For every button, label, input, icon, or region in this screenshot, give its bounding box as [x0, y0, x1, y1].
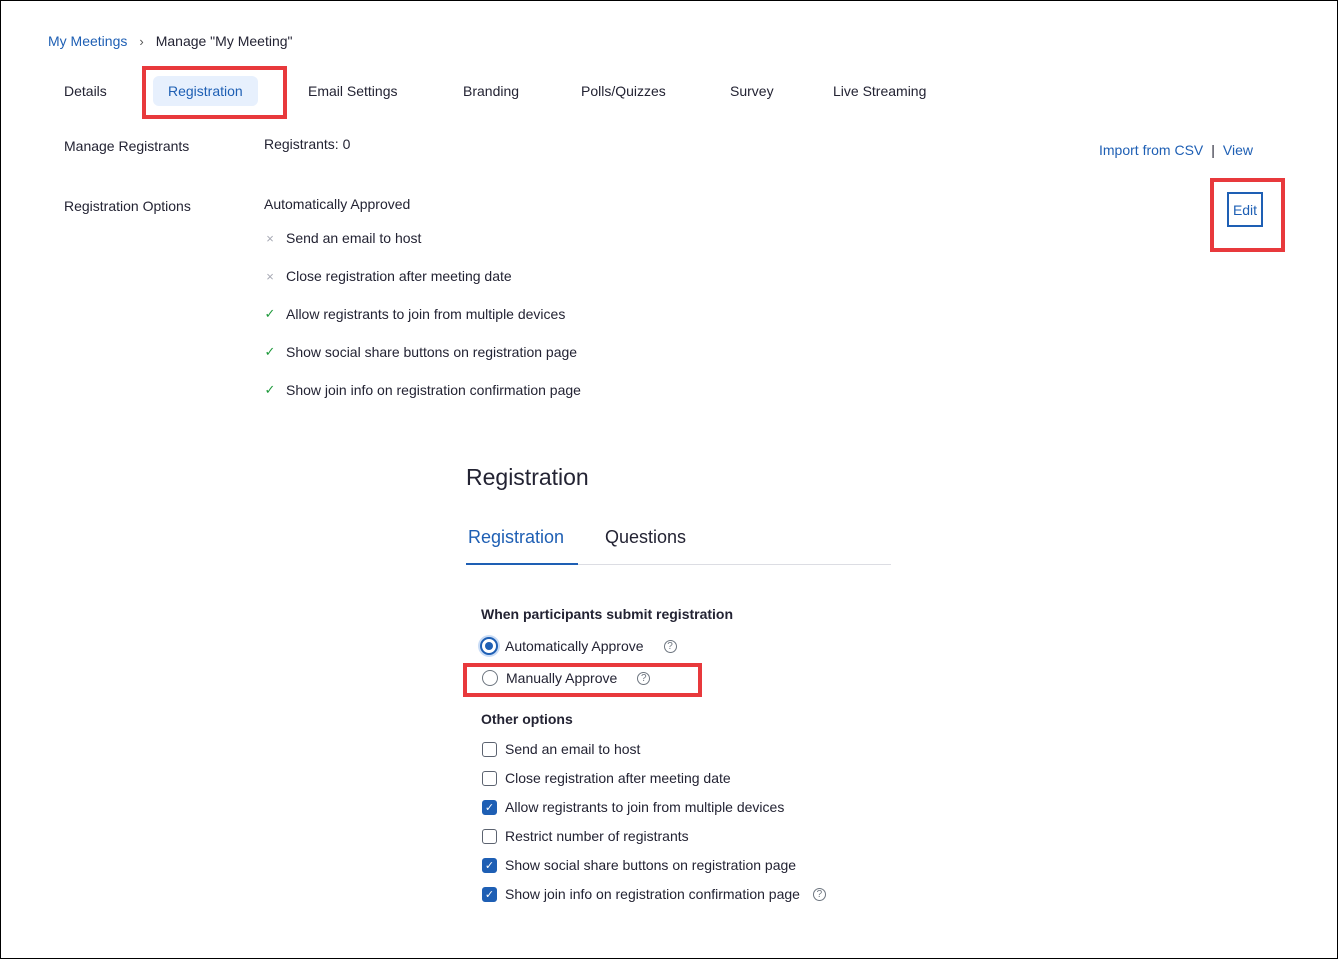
registrants-count: Registrants: 0	[264, 136, 351, 152]
checkbox-restrict-number[interactable]: Restrict number of registrants	[482, 828, 689, 844]
option-label: Allow registrants to join from multiple …	[286, 306, 566, 322]
checkbox-label: Show social share buttons on registratio…	[505, 857, 797, 873]
tab-email-settings[interactable]: Email Settings	[308, 83, 397, 99]
breadcrumb-my-meetings[interactable]: My Meetings	[48, 33, 127, 49]
x-icon: ×	[266, 268, 274, 284]
registrant-actions: Import from CSV | View	[1099, 142, 1253, 158]
radio-label: Manually Approve	[506, 670, 618, 686]
radio-label: Automatically Approve	[505, 638, 644, 654]
checkbox-send-email[interactable]: Send an email to host	[482, 741, 640, 757]
tab-survey[interactable]: Survey	[730, 83, 774, 99]
option-multiple-devices: ✓ Allow registrants to join from multipl…	[264, 306, 566, 322]
x-icon: ×	[266, 230, 274, 246]
tab-registration[interactable]: Registration	[153, 76, 258, 106]
checkbox-label: Send an email to host	[505, 741, 641, 757]
view-link[interactable]: View	[1223, 142, 1253, 158]
checkbox-social-share[interactable]: ✓ Show social share buttons on registrat…	[482, 857, 796, 873]
breadcrumb: My Meetings › Manage "My Meeting"	[48, 33, 292, 49]
tab-polls-quizzes[interactable]: Polls/Quizzes	[581, 83, 666, 99]
checkbox-unchecked[interactable]	[482, 770, 497, 786]
breadcrumb-current: Manage "My Meeting"	[155, 33, 293, 49]
import-csv-link[interactable]: Import from CSV	[1099, 142, 1203, 158]
option-label: Close registration after meeting date	[286, 268, 512, 284]
option-label: Show social share buttons on registratio…	[286, 344, 578, 360]
checkbox-checked[interactable]: ✓	[482, 799, 497, 815]
radio-auto-approve[interactable]: Automatically Approve ?	[480, 637, 677, 655]
check-icon: ✓	[264, 344, 276, 359]
option-social-share: ✓ Show social share buttons on registrat…	[264, 344, 578, 360]
page-frame: My Meetings › Manage "My Meeting" Detail…	[0, 0, 1338, 959]
edit-button[interactable]: Edit	[1227, 192, 1263, 227]
option-send-email: × Send an email to host	[264, 230, 421, 246]
checkbox-multiple-devices[interactable]: ✓ Allow registrants to join from multipl…	[482, 799, 784, 815]
check-icon: ✓	[264, 382, 276, 397]
checkbox-label: Close registration after meeting date	[505, 770, 731, 786]
tab-details[interactable]: Details	[64, 83, 107, 99]
help-icon[interactable]: ?	[663, 639, 677, 653]
link-divider: |	[1211, 142, 1215, 158]
radio-selected[interactable]	[480, 637, 498, 655]
option-close-registration: × Close registration after meeting date	[264, 268, 512, 284]
dialog-title: Registration	[466, 464, 589, 490]
option-label: Send an email to host	[286, 230, 422, 246]
help-icon[interactable]: ?	[637, 671, 651, 685]
help-icon[interactable]: ?	[812, 887, 826, 901]
checkbox-checked[interactable]: ✓	[482, 886, 497, 902]
checkbox-checked[interactable]: ✓	[482, 857, 497, 873]
dialog-tab-active-underline	[466, 563, 578, 565]
option-join-info: ✓ Show join info on registration confirm…	[264, 382, 581, 398]
tab-live-streaming[interactable]: Live Streaming	[833, 83, 926, 99]
dialog-tab-registration[interactable]: Registration	[468, 527, 564, 548]
dialog-tab-questions[interactable]: Questions	[605, 527, 686, 548]
checkbox-label: Allow registrants to join from multiple …	[505, 799, 785, 815]
approval-status: Automatically Approved	[264, 196, 411, 212]
checkbox-label: Show join info on registration confirmat…	[505, 886, 800, 902]
radio-unselected[interactable]	[482, 670, 498, 686]
checkbox-unchecked[interactable]	[482, 741, 497, 757]
option-label: Show join info on registration confirmat…	[286, 382, 581, 398]
registration-options-label: Registration Options	[64, 198, 191, 214]
chevron-right-icon: ›	[139, 33, 144, 49]
checkbox-label: Restrict number of registrants	[505, 828, 689, 844]
checkbox-unchecked[interactable]	[482, 828, 497, 844]
manage-registrants-label: Manage Registrants	[64, 138, 190, 154]
check-icon: ✓	[264, 306, 276, 321]
checkbox-join-info[interactable]: ✓ Show join info on registration confirm…	[482, 886, 826, 902]
checkbox-close-registration[interactable]: Close registration after meeting date	[482, 770, 731, 786]
tab-branding[interactable]: Branding	[463, 83, 519, 99]
radio-manual-approve[interactable]: Manually Approve ?	[482, 670, 651, 686]
other-options-heading: Other options	[481, 711, 573, 727]
submit-heading: When participants submit registration	[481, 606, 734, 622]
